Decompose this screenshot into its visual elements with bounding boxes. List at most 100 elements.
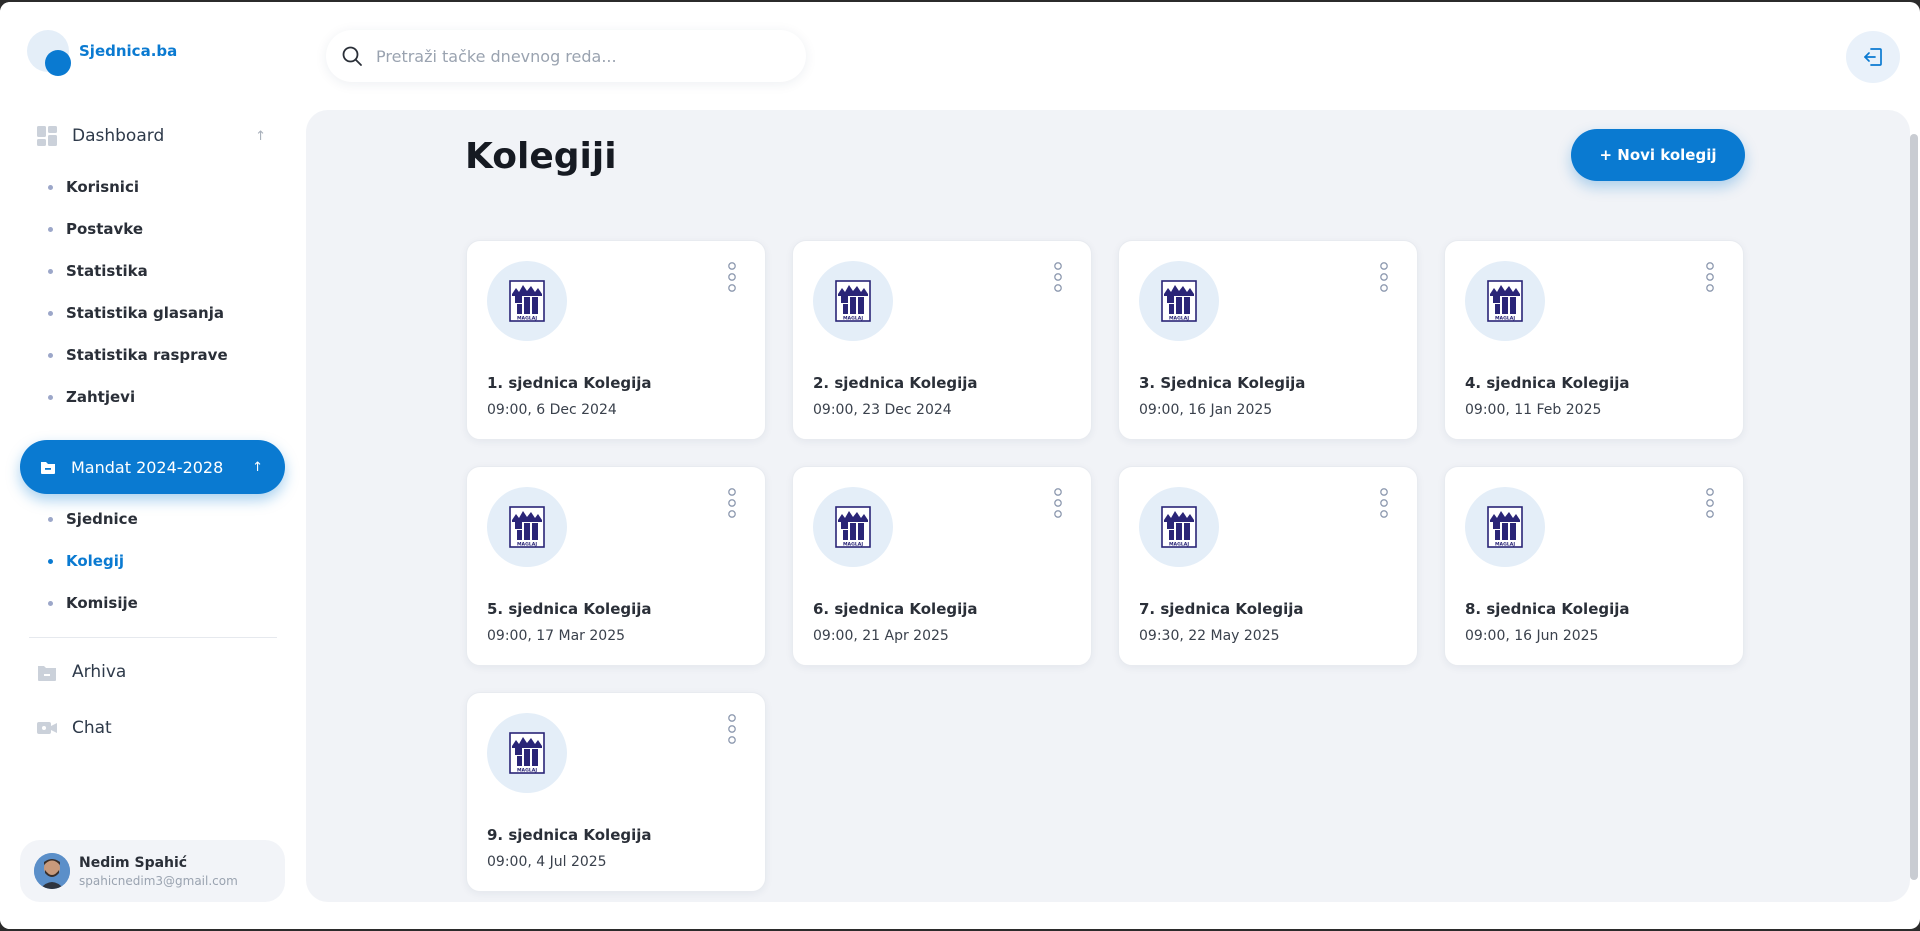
sidebar-subitem-label: Korisnici	[66, 178, 139, 196]
maglaj-crest-icon: MAGLAJ	[509, 506, 545, 548]
meeting-card[interactable]: MAGLAJ 7. sjednica Kolegija 09:30, 22 May…	[1118, 466, 1418, 666]
card-logo: MAGLAJ	[1465, 261, 1545, 341]
logout-button[interactable]	[1846, 31, 1900, 83]
user-name: Nedim Spahić	[79, 854, 188, 871]
bullet-icon	[48, 310, 53, 316]
sidebar-subitem-label: Statistika glasanja	[66, 304, 224, 322]
card-menu-button[interactable]	[725, 487, 739, 521]
card-menu-button[interactable]	[725, 713, 739, 747]
meeting-card[interactable]: MAGLAJ 4. sjednica Kolegija 09:00, 11 Feb…	[1444, 240, 1744, 440]
sidebar-subitem-statistika-rasprave[interactable]: Statistika rasprave	[48, 346, 228, 364]
svg-text:MAGLAJ: MAGLAJ	[1169, 316, 1189, 322]
sidebar-subitem-korisnici[interactable]: Korisnici	[48, 178, 139, 196]
card-menu-button[interactable]	[725, 261, 739, 295]
sidebar-item-label: Dashboard	[72, 126, 165, 146]
svg-text:MAGLAJ: MAGLAJ	[1495, 542, 1515, 548]
card-title: 9. sjednica Kolegija	[487, 826, 652, 844]
sidebar-item-arhiva[interactable]: Arhiva	[36, 661, 266, 683]
sidebar-subitem-postavke[interactable]: Postavke	[48, 220, 143, 238]
maglaj-crest-icon: MAGLAJ	[1161, 506, 1197, 548]
sidebar-subitem-label: Kolegij	[66, 552, 125, 570]
card-logo: MAGLAJ	[487, 261, 567, 341]
sidebar-subitem-label: Statistika rasprave	[66, 346, 228, 364]
card-datetime: 09:00, 23 Dec 2024	[813, 402, 952, 418]
main-content: Kolegiji + Novi kolegij MAGLAJ 1. sjedni…	[306, 110, 1918, 902]
card-datetime: 09:00, 4 Jul 2025	[487, 854, 607, 870]
logout-icon	[1864, 48, 1882, 66]
card-datetime: 09:00, 16 Jun 2025	[1465, 628, 1599, 644]
sidebar-item-chat[interactable]: Chat	[36, 717, 266, 739]
card-menu-button[interactable]	[1051, 261, 1065, 295]
bullet-icon	[48, 516, 53, 522]
meeting-card[interactable]: MAGLAJ 9. sjednica Kolegija 09:00, 4 Jul …	[466, 692, 766, 892]
sidebar-subitem-zahtjevi[interactable]: Zahtjevi	[48, 388, 135, 406]
card-title: 5. sjednica Kolegija	[487, 600, 652, 618]
search-input[interactable]	[376, 46, 776, 66]
svg-text:MAGLAJ: MAGLAJ	[517, 316, 537, 322]
card-datetime: 09:00, 21 Apr 2025	[813, 628, 949, 644]
sidebar-item-mandat[interactable]: Mandat 2024-2028 ↑	[20, 440, 285, 494]
sidebar-subitem-statistika-glasanja[interactable]: Statistika glasanja	[48, 304, 224, 322]
meeting-card[interactable]: MAGLAJ 8. sjednica Kolegija 09:00, 16 Jun…	[1444, 466, 1744, 666]
search-bar[interactable]	[326, 30, 806, 82]
sidebar-subitem-komisije[interactable]: Komisije	[48, 594, 138, 612]
app-window: Sjednica.ba Dashboard ↑ Korisnici Postavk…	[0, 2, 1920, 929]
meeting-card[interactable]: MAGLAJ 5. sjednica Kolegija 09:00, 17 Mar…	[466, 466, 766, 666]
more-options-icon	[1054, 262, 1062, 292]
svg-text:MAGLAJ: MAGLAJ	[843, 316, 863, 322]
bullet-icon	[48, 268, 53, 274]
svg-text:MAGLAJ: MAGLAJ	[1169, 542, 1189, 548]
sidebar-subitem-kolegij[interactable]: Kolegij	[48, 552, 124, 570]
sidebar-subitem-sjednice[interactable]: Sjednice	[48, 510, 138, 528]
maglaj-crest-icon: MAGLAJ	[509, 732, 545, 774]
sidebar-item-dashboard[interactable]: Dashboard ↑	[36, 125, 266, 147]
card-logo: MAGLAJ	[487, 487, 567, 567]
folder-icon	[41, 462, 55, 474]
dashboard-icon	[37, 126, 57, 146]
card-datetime: 09:30, 22 May 2025	[1139, 628, 1280, 644]
card-title: 7. sjednica Kolegija	[1139, 600, 1304, 618]
card-title: 8. sjednica Kolegija	[1465, 600, 1630, 618]
meeting-card[interactable]: MAGLAJ 3. Sjednica Kolegija 09:00, 16 Jan…	[1118, 240, 1418, 440]
more-options-icon	[1054, 488, 1062, 518]
svg-text:MAGLAJ: MAGLAJ	[517, 542, 537, 548]
card-datetime: 09:00, 16 Jan 2025	[1139, 402, 1273, 418]
archive-folder-icon	[38, 666, 56, 681]
scrollbar[interactable]	[1910, 134, 1918, 880]
more-options-icon	[728, 488, 736, 518]
svg-text:MAGLAJ: MAGLAJ	[843, 542, 863, 548]
more-options-icon	[1380, 262, 1388, 292]
brand-logo-icon[interactable]	[27, 30, 75, 76]
brand-name[interactable]: Sjednica.ba	[79, 42, 177, 60]
more-options-icon	[1706, 488, 1714, 518]
card-datetime: 09:00, 6 Dec 2024	[487, 402, 617, 418]
sidebar: Sjednica.ba Dashboard ↑ Korisnici Postavk…	[0, 2, 306, 929]
card-menu-button[interactable]	[1051, 487, 1065, 521]
user-profile[interactable]: Nedim Spahić spahicnedim3@gmail.com	[20, 840, 285, 902]
card-menu-button[interactable]	[1703, 487, 1717, 521]
sidebar-subitem-label: Statistika	[66, 262, 148, 280]
bullet-icon	[48, 226, 53, 232]
meeting-card[interactable]: MAGLAJ 2. sjednica Kolegija 09:00, 23 Dec…	[792, 240, 1092, 440]
card-logo: MAGLAJ	[813, 487, 893, 567]
svg-text:MAGLAJ: MAGLAJ	[517, 768, 537, 774]
card-logo: MAGLAJ	[1139, 487, 1219, 567]
card-menu-button[interactable]	[1703, 261, 1717, 295]
card-logo: MAGLAJ	[1465, 487, 1545, 567]
maglaj-crest-icon: MAGLAJ	[835, 280, 871, 322]
card-datetime: 09:00, 11 Feb 2025	[1465, 402, 1602, 418]
card-menu-button[interactable]	[1377, 261, 1391, 295]
meeting-card[interactable]: MAGLAJ 1. sjednica Kolegija 09:00, 6 Dec …	[466, 240, 766, 440]
more-options-icon	[728, 262, 736, 292]
card-title: 6. sjednica Kolegija	[813, 600, 978, 618]
meeting-card[interactable]: MAGLAJ 6. sjednica Kolegija 09:00, 21 Apr…	[792, 466, 1092, 666]
card-title: 3. Sjednica Kolegija	[1139, 374, 1306, 392]
card-logo: MAGLAJ	[813, 261, 893, 341]
bullet-icon	[48, 600, 53, 606]
new-kolegij-button[interactable]: + Novi kolegij	[1571, 129, 1745, 181]
sidebar-subitem-statistika[interactable]: Statistika	[48, 262, 148, 280]
page-title: Kolegiji	[465, 136, 617, 177]
card-menu-button[interactable]	[1377, 487, 1391, 521]
card-title: 2. sjednica Kolegija	[813, 374, 978, 392]
card-logo: MAGLAJ	[487, 713, 567, 793]
